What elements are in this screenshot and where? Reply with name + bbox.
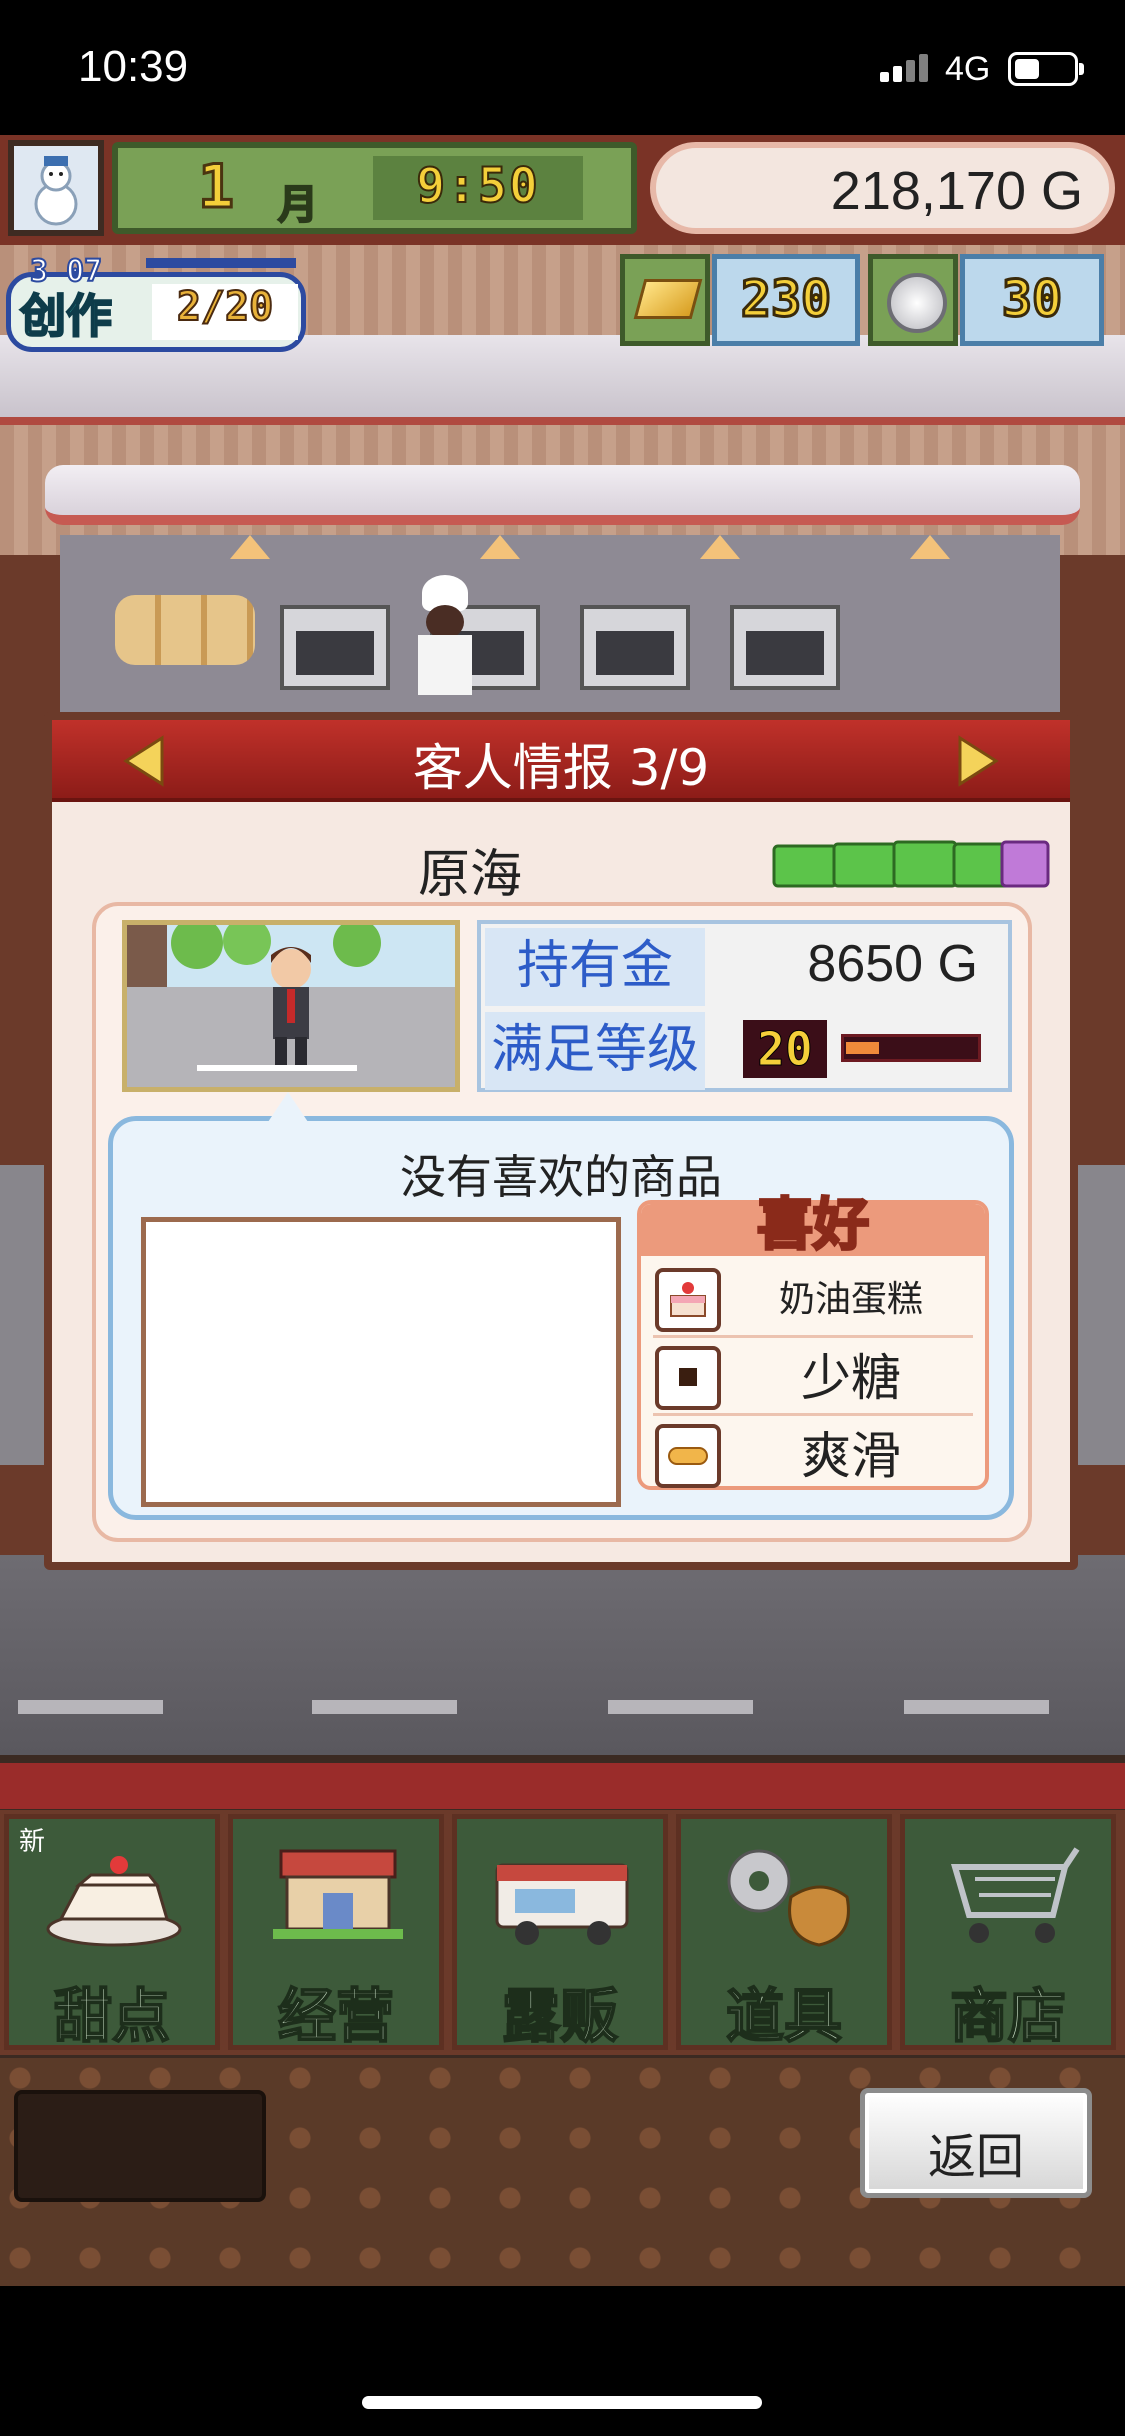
food-truck-icon	[495, 1863, 629, 1945]
cart-icon	[951, 1847, 1080, 1943]
lamp-icon	[910, 535, 950, 559]
satisfaction-bar-fill	[846, 1042, 879, 1054]
nav-management[interactable]: 经营	[228, 1814, 444, 2051]
status-time: 10:39	[78, 42, 189, 91]
satisfaction-label: 满足等级	[485, 1012, 705, 1090]
create-indicator[interactable]: 3 07 创作 2/20	[6, 253, 306, 354]
ingot-counter[interactable]: 230	[620, 254, 860, 346]
divider-strip	[0, 1763, 1125, 1809]
next-arrow-icon[interactable]	[950, 734, 1004, 788]
nav-store[interactable]: 商店	[900, 1814, 1116, 2051]
preferences-card: 喜好 奶油蛋糕 少糖 爽滑	[637, 1192, 989, 1490]
preference-item: 少糖	[653, 1340, 973, 1416]
create-count: 2/20	[152, 283, 298, 340]
pastry-rack	[115, 595, 255, 665]
ingot-count: 230	[712, 254, 860, 346]
wealth-label: 持有金	[485, 928, 705, 1006]
lane-marking	[18, 1700, 163, 1714]
create-progress-bar	[146, 258, 296, 268]
home-area	[0, 2286, 1125, 2436]
main-nav: 新 甜点 经营 露贩 道具 商店	[0, 1810, 1125, 2055]
businessman-icon	[127, 925, 455, 1087]
gear-bag-icon	[727, 1849, 850, 1947]
dialog-title: 客人情报 3/9	[412, 739, 710, 797]
snowman-icon	[14, 146, 98, 230]
coin-count: 30	[960, 254, 1104, 346]
wealth-value: 8650 G	[807, 935, 978, 993]
satisfaction-level: 20	[743, 1020, 827, 1078]
silver-coin-icon	[868, 254, 958, 346]
preference-item: 奶油蛋糕	[653, 1262, 973, 1338]
satisfaction-bar	[841, 1034, 981, 1062]
customer-portrait	[122, 920, 460, 1092]
money-display: 218,170 G	[650, 142, 1115, 234]
shop-awning	[45, 465, 1080, 525]
preference-text: 少糖	[801, 1349, 901, 1407]
date-display: 1 月 9:50	[112, 142, 637, 234]
oven	[730, 605, 840, 690]
nav-sweets[interactable]: 新 甜点	[4, 1814, 220, 2051]
coin-counter[interactable]: 30	[868, 254, 1104, 346]
nav-food-truck[interactable]: 露贩	[452, 1814, 668, 2051]
home-indicator[interactable]	[362, 2396, 762, 2409]
customer-name: 原海	[418, 845, 523, 905]
preferences-title: 喜好	[756, 1192, 871, 1260]
customer-stats: 持有金 8650 G 满足等级 20	[477, 920, 1012, 1092]
gold-ingot-icon	[620, 254, 710, 346]
chef-sprite	[410, 575, 480, 695]
favorite-items-box	[141, 1217, 621, 1507]
player-avatar[interactable]	[8, 140, 104, 236]
lane-marking	[608, 1700, 753, 1714]
nav-label: 甜点	[53, 1981, 171, 2051]
dialog-header: 客人情报 3/9	[52, 720, 1070, 802]
back-button-label: 返回	[927, 2129, 1024, 2185]
lane-marking	[312, 1700, 457, 1714]
clock: 9:50	[373, 156, 583, 220]
preference-item: 爽滑	[653, 1418, 973, 1494]
create-label: 创作	[19, 288, 113, 344]
nav-label: 商店	[949, 1981, 1067, 2051]
status-bar: 10:39 4G	[0, 0, 1125, 135]
bottom-bar: 返回	[0, 2058, 1125, 2288]
oven	[280, 605, 390, 690]
month-number: 1	[196, 151, 235, 224]
oven	[580, 605, 690, 690]
nav-label: 道具	[725, 1981, 843, 2051]
cake-icon	[655, 1268, 721, 1332]
shop-icon	[273, 1849, 403, 1939]
back-button[interactable]: 返回	[860, 2088, 1092, 2198]
network-type: 4G	[945, 50, 991, 88]
lane-marking	[904, 1700, 1049, 1714]
lamp-icon	[230, 535, 270, 559]
gift-box-icons	[772, 840, 1050, 888]
month-label: 月	[277, 181, 319, 229]
square-dot-icon	[655, 1346, 721, 1410]
lamp-icon	[700, 535, 740, 559]
nav-items[interactable]: 道具	[676, 1814, 892, 2051]
money-value: 218,170 G	[830, 161, 1083, 221]
cake-icon	[46, 1856, 182, 1947]
preference-text: 奶油蛋糕	[778, 1279, 923, 1320]
clock-time: 9:50	[415, 157, 540, 215]
nav-label: 露贩	[501, 1981, 619, 2051]
nav-label: 经营	[277, 1981, 395, 2051]
signal-icon	[880, 52, 932, 82]
customer-info-dialog: 客人情报 3/9 原海 持有金 8650 G 满足等级 20 没有喜欢的商品 喜…	[44, 712, 1078, 1570]
bread-icon	[655, 1424, 721, 1488]
lamp-icon	[480, 535, 520, 559]
message-slot	[14, 2090, 266, 2202]
preference-text: 爽滑	[801, 1427, 901, 1485]
battery-icon	[1008, 52, 1084, 86]
road	[0, 1555, 1125, 1755]
